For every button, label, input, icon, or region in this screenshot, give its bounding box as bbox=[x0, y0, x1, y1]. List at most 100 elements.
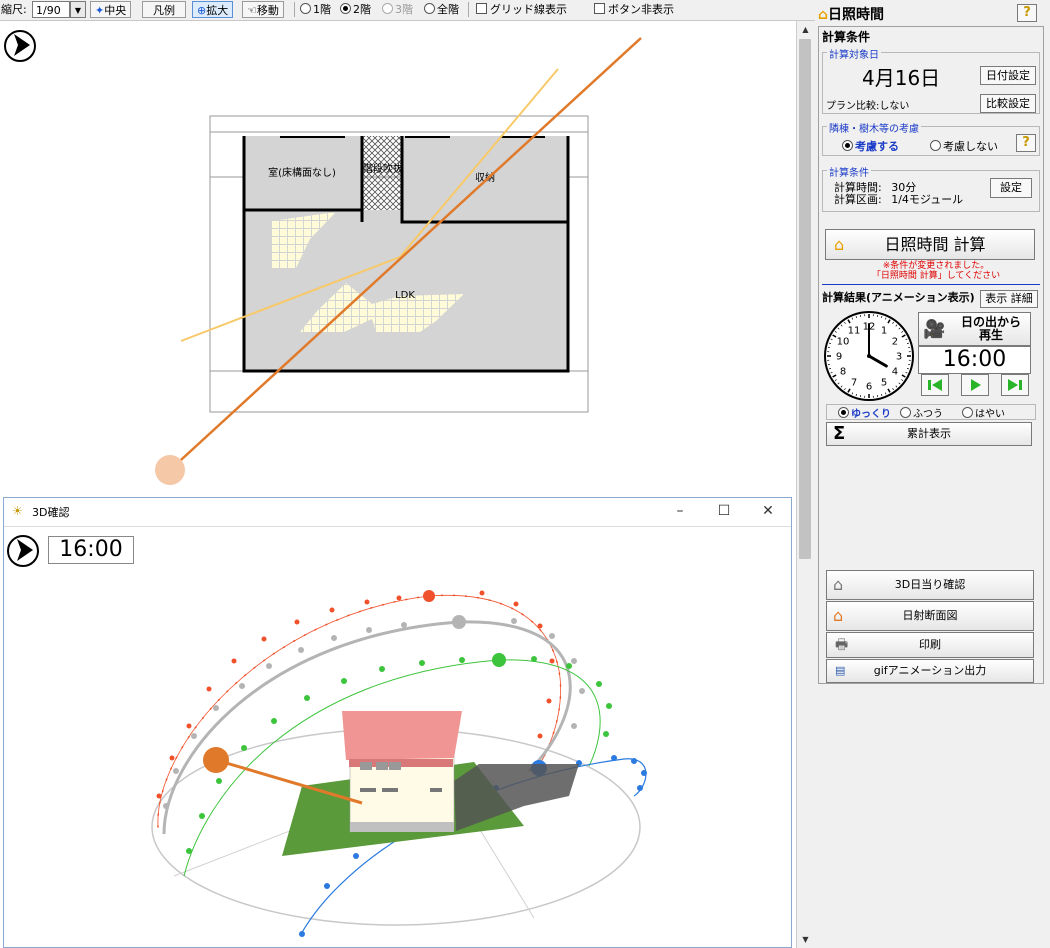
compare-settings-button[interactable]: 比較設定 bbox=[980, 94, 1036, 113]
sun-section-icon: ⌂ bbox=[833, 606, 844, 625]
clock-number: 10 bbox=[837, 337, 850, 348]
plan-compare-status: プラン比較:しない bbox=[826, 101, 910, 112]
panel-title-text: 日照時間 bbox=[828, 7, 885, 23]
sun-house-icon: ⌂ bbox=[818, 7, 829, 23]
room-stairs bbox=[362, 136, 402, 222]
move-button[interactable]: ☜移動 bbox=[242, 1, 284, 18]
date-settings-button[interactable]: 日付設定 bbox=[980, 66, 1036, 85]
step-back-button[interactable] bbox=[921, 374, 949, 396]
speed-normal-radio[interactable]: ふつう bbox=[900, 405, 943, 420]
sun-marker-equinox-icon[interactable] bbox=[492, 653, 506, 667]
room-label: 室(床構面なし) bbox=[268, 166, 336, 179]
consider-radio[interactable]: 考慮する bbox=[842, 138, 899, 154]
close-icon[interactable]: ✕ bbox=[746, 500, 790, 522]
speed-fast-radio[interactable]: はやい bbox=[962, 405, 1005, 420]
print-button[interactable]: 🖶 印刷 bbox=[826, 632, 1034, 658]
minimize-icon[interactable]: – bbox=[658, 500, 702, 522]
speed-normal-label: ふつう bbox=[913, 409, 943, 420]
radio-checked-icon bbox=[340, 3, 351, 14]
play-button[interactable] bbox=[961, 374, 989, 396]
plan-vertical-scrollbar[interactable]: ▲ ▼ bbox=[796, 21, 814, 948]
floor-radio-1[interactable]: 1階 bbox=[300, 1, 331, 18]
sigma-icon: Σ bbox=[833, 423, 846, 444]
scroll-up-arrow-icon[interactable]: ▲ bbox=[797, 21, 814, 38]
target-date: 4月16日 bbox=[862, 66, 941, 90]
floor-1-label: 1階 bbox=[313, 3, 331, 16]
radio-icon bbox=[382, 3, 393, 14]
menu-label: 3D日当り確認 bbox=[894, 578, 966, 591]
radio-checked-icon bbox=[842, 140, 853, 151]
maximize-icon[interactable]: ☐ bbox=[702, 500, 746, 522]
clock-number: 9 bbox=[836, 352, 842, 363]
sun-marker-icon[interactable] bbox=[155, 455, 185, 485]
hand-icon: ☜ bbox=[247, 4, 257, 17]
video-camera-icon: 🎥 bbox=[923, 319, 946, 340]
cumulative-label: 累計表示 bbox=[907, 427, 951, 440]
time-display: 16:00 bbox=[918, 346, 1031, 374]
analog-clock: 121234567891011 bbox=[824, 311, 914, 401]
north-arrow-icon bbox=[4, 30, 36, 62]
3d-sunlight-check-button[interactable]: ⌂ 3D日当り確認 bbox=[826, 570, 1034, 600]
clock-number: 7 bbox=[851, 377, 857, 388]
zoom-label: 拡大 bbox=[206, 4, 229, 17]
scale-label: 縮尺: bbox=[1, 3, 27, 16]
window-titlebar[interactable]: ☀ 3D確認 – ☐ ✕ bbox=[4, 498, 791, 527]
hide-buttons-checkbox[interactable]: ボタン非表示 bbox=[594, 1, 674, 18]
current-sun-icon[interactable] bbox=[203, 747, 229, 773]
calc-area-row: 計算区画: 1/4モジュール bbox=[834, 191, 963, 207]
speed-slow-radio[interactable]: ゆっくり bbox=[838, 405, 891, 420]
play-label-line-2: 再生 bbox=[978, 328, 1003, 342]
sun-marker-summer-icon[interactable] bbox=[423, 590, 435, 602]
room-label: LDK bbox=[395, 290, 415, 301]
panel-title: ⌂日照時間 bbox=[818, 4, 884, 24]
cumulative-button[interactable]: Σ 累計表示 bbox=[826, 422, 1032, 446]
not-consider-radio[interactable]: 考慮しない bbox=[930, 138, 998, 154]
checkbox-icon bbox=[594, 3, 605, 14]
checkbox-icon bbox=[476, 3, 487, 14]
calc-sunlight-button[interactable]: ⌂ 日照時間 計算 bbox=[825, 229, 1035, 260]
neighbor-help-button[interactable]: ? bbox=[1016, 134, 1036, 152]
grid-checkbox[interactable]: グリッド線表示 bbox=[476, 1, 567, 18]
scroll-down-arrow-icon[interactable]: ▼ bbox=[797, 931, 814, 948]
consider-label: 考慮する bbox=[855, 140, 899, 153]
gif-file-icon: ▤ bbox=[835, 664, 846, 677]
window-title: 3D確認 bbox=[32, 506, 70, 519]
conditions-settings-button[interactable]: 設定 bbox=[990, 178, 1032, 198]
radio-icon bbox=[900, 407, 911, 418]
floor-radio-2[interactable]: 2階 bbox=[340, 1, 371, 18]
solar-section-button[interactable]: ⌂ 日射断面図 bbox=[826, 601, 1034, 631]
scroll-thumb[interactable] bbox=[799, 39, 811, 559]
scene-3d bbox=[7, 535, 647, 937]
floor-3-label: 3階 bbox=[395, 3, 413, 16]
calc-conditions-header: 計算条件 bbox=[822, 30, 871, 44]
floor-radio-all[interactable]: 全階 bbox=[424, 1, 459, 18]
help-button[interactable]: ? bbox=[1017, 4, 1037, 22]
calc-area-value: 1/4モジュール bbox=[891, 193, 964, 206]
floor-2-label: 2階 bbox=[353, 3, 371, 16]
change-notice: ※条件が変更されました。 「日照時間 計算」してください bbox=[836, 261, 1036, 281]
window-3d-check[interactable]: ☀ 3D確認 – ☐ ✕ 16:00 bbox=[3, 497, 792, 948]
floor-radio-3[interactable]: 3階 bbox=[382, 1, 413, 18]
play-from-sunrise-button[interactable]: 🎥 日の出から 再生 bbox=[918, 312, 1031, 346]
printer-icon: 🖶 bbox=[835, 637, 849, 653]
menu-label: 日射断面図 bbox=[902, 609, 958, 622]
sun-marker-current-path-icon[interactable] bbox=[452, 615, 466, 629]
center-button[interactable]: ✦中央 bbox=[90, 1, 132, 18]
group-label: 計算条件 bbox=[827, 164, 871, 179]
results-header: 計算結果(アニメーション表示) bbox=[822, 291, 975, 304]
zoom-button[interactable]: ⊕拡大 bbox=[192, 1, 234, 18]
scale-select[interactable]: 1/90 bbox=[32, 1, 70, 18]
menu-label: 印刷 bbox=[919, 638, 941, 651]
radio-icon bbox=[930, 140, 941, 151]
clock-number: 11 bbox=[848, 326, 861, 337]
results-divider bbox=[822, 284, 1040, 285]
step-forward-button[interactable] bbox=[1001, 374, 1029, 396]
not-consider-label: 考慮しない bbox=[943, 140, 998, 153]
display-detail-button[interactable]: 表示 詳細 bbox=[980, 290, 1038, 308]
play-label: 日の出から 再生 bbox=[953, 316, 1029, 342]
gif-export-button[interactable]: ▤ gifアニメーション出力 bbox=[826, 659, 1034, 683]
time-display-3d: 16:00 bbox=[48, 536, 134, 564]
legend-button[interactable]: 凡例 bbox=[142, 1, 186, 18]
calc-area-label: 計算区画: bbox=[834, 193, 882, 206]
scale-dropdown-button[interactable]: ▼ bbox=[70, 1, 86, 18]
